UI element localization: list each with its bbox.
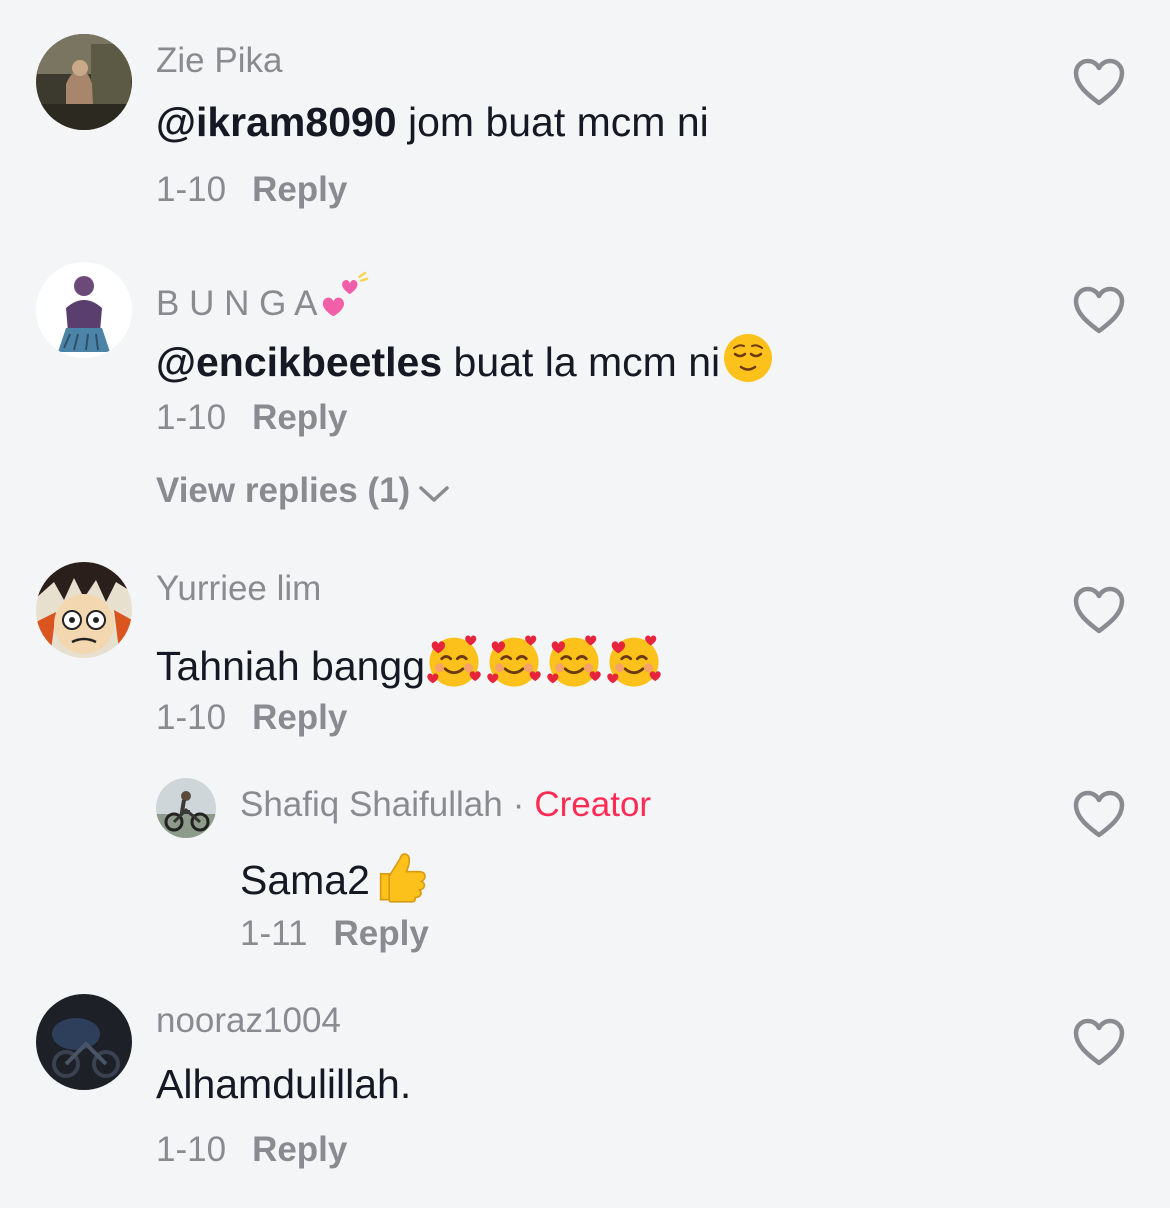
like-heart-icon[interactable] [1071, 1016, 1127, 1068]
comment-date: 1-10 [156, 1130, 227, 1169]
avatar[interactable] [36, 994, 132, 1090]
reply-button[interactable]: Reply [252, 1130, 347, 1169]
comment-meta: 1-10 Reply [156, 1132, 347, 1167]
avatar-photo [36, 994, 132, 1090]
comment-item: nooraz1004 Alhamdulillah. 1-10 Reply [0, 0, 1170, 1208]
comment-text: Alhamdulillah. [156, 1061, 412, 1107]
username[interactable]: nooraz1004 [156, 1003, 341, 1038]
